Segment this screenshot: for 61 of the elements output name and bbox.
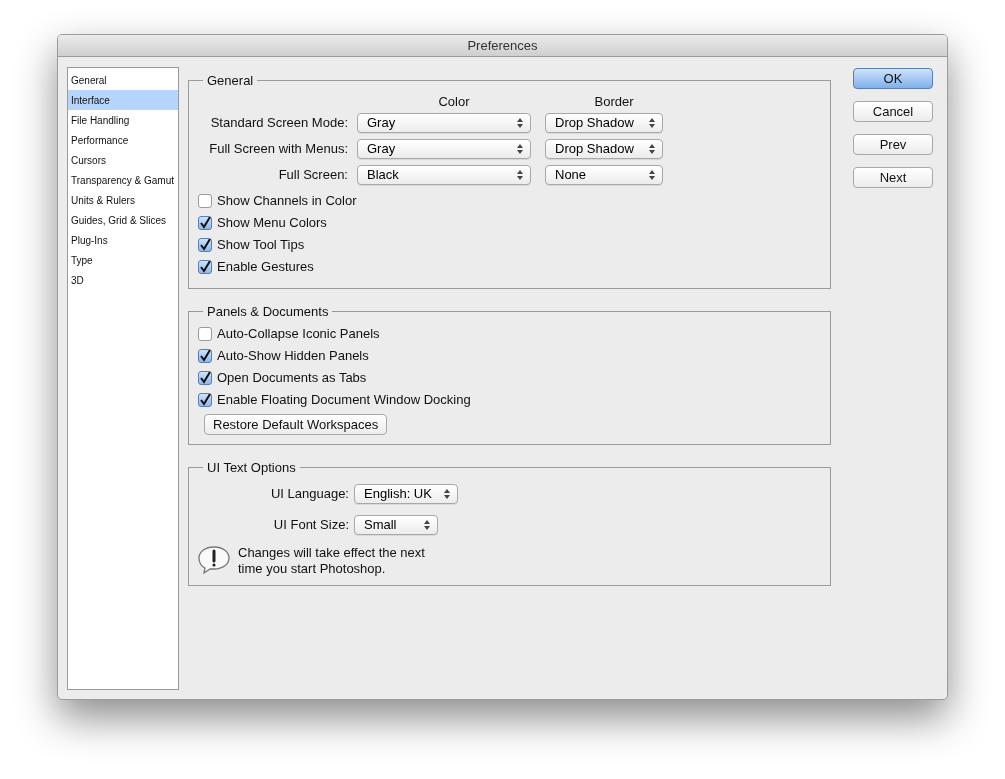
up-down-arrows-icon <box>424 520 430 530</box>
window-title: Preferences <box>467 36 538 55</box>
dropdown[interactable]: Small <box>354 515 438 535</box>
sidebar-item[interactable]: Units & Rulers <box>68 190 178 210</box>
dialog-button[interactable]: Next <box>853 167 933 188</box>
dropdown[interactable]: Black <box>357 165 531 185</box>
column-header: Color <box>437 93 471 112</box>
sidebar-item[interactable]: Cursors <box>68 150 178 170</box>
dialog-button[interactable]: Cancel <box>853 101 933 122</box>
field-label: Full Screen with Menus: <box>208 140 348 159</box>
field-label: UI Font Size: <box>272 516 349 535</box>
restore-workspaces-button[interactable]: Restore Default Workspaces <box>204 414 388 435</box>
up-down-arrows-icon <box>649 118 655 128</box>
checkbox-label: Open Documents as Tabs <box>217 369 367 388</box>
checkbox-label: Enable Gestures <box>217 258 314 277</box>
alert-speech-bubble-icon <box>198 546 230 574</box>
group-title: General <box>207 73 254 88</box>
checkbox-label: Auto-Collapse Iconic Panels <box>217 325 380 344</box>
dialog-button[interactable]: Prev <box>853 134 933 155</box>
dialog-button[interactable]: OK <box>853 68 933 89</box>
checkbox-label: Show Menu Colors <box>217 214 327 233</box>
checkbox-label: Show Channels in Color <box>217 192 357 211</box>
sidebar-item[interactable]: 3D <box>68 270 178 290</box>
checkbox[interactable] <box>198 260 212 274</box>
restart-note: Changes will take effect the next time you start Photoshop. <box>238 545 426 577</box>
group-title: Panels & Documents <box>207 304 329 319</box>
up-down-arrows-icon <box>649 144 655 154</box>
sidebar-item[interactable]: Plug-Ins <box>68 230 178 250</box>
sidebar-item[interactable]: File Handling <box>68 110 178 130</box>
group-title: UI Text Options <box>207 460 296 475</box>
checkbox-label: Enable Floating Document Window Docking <box>217 391 471 410</box>
dropdown[interactable]: Gray <box>357 113 531 133</box>
checkbox[interactable] <box>198 327 212 341</box>
dropdown[interactable]: English: UK <box>354 484 458 504</box>
dropdown[interactable]: Drop Shadow <box>545 139 663 159</box>
sidebar-item[interactable]: Guides, Grid & Slices <box>68 210 178 230</box>
checkbox-label: Show Tool Tips <box>217 236 305 255</box>
up-down-arrows-icon <box>517 118 523 128</box>
checkbox[interactable] <box>198 371 212 385</box>
sidebar-item[interactable]: Performance <box>68 130 178 150</box>
field-label: Standard Screen Mode: <box>209 114 348 133</box>
sidebar-item[interactable]: Interface <box>68 90 178 110</box>
up-down-arrows-icon <box>649 170 655 180</box>
dropdown[interactable]: Drop Shadow <box>545 113 663 133</box>
dropdown[interactable]: None <box>545 165 663 185</box>
up-down-arrows-icon <box>517 170 523 180</box>
checkbox[interactable] <box>198 194 212 208</box>
field-label: UI Language: <box>269 485 349 504</box>
column-header: Border <box>593 93 635 112</box>
dropdown[interactable]: Gray <box>357 139 531 159</box>
checkbox[interactable] <box>198 238 212 252</box>
sidebar-item[interactable]: Transparency & Gamut <box>68 170 178 190</box>
checkbox[interactable] <box>198 393 212 407</box>
field-label: Full Screen: <box>277 166 348 185</box>
up-down-arrows-icon <box>517 144 523 154</box>
checkbox[interactable] <box>198 216 212 230</box>
up-down-arrows-icon <box>444 489 450 499</box>
checkbox[interactable] <box>198 349 212 363</box>
sidebar-item[interactable]: General <box>68 70 178 90</box>
sidebar-item[interactable]: Type <box>68 250 178 270</box>
checkbox-label: Auto-Show Hidden Panels <box>217 347 369 366</box>
